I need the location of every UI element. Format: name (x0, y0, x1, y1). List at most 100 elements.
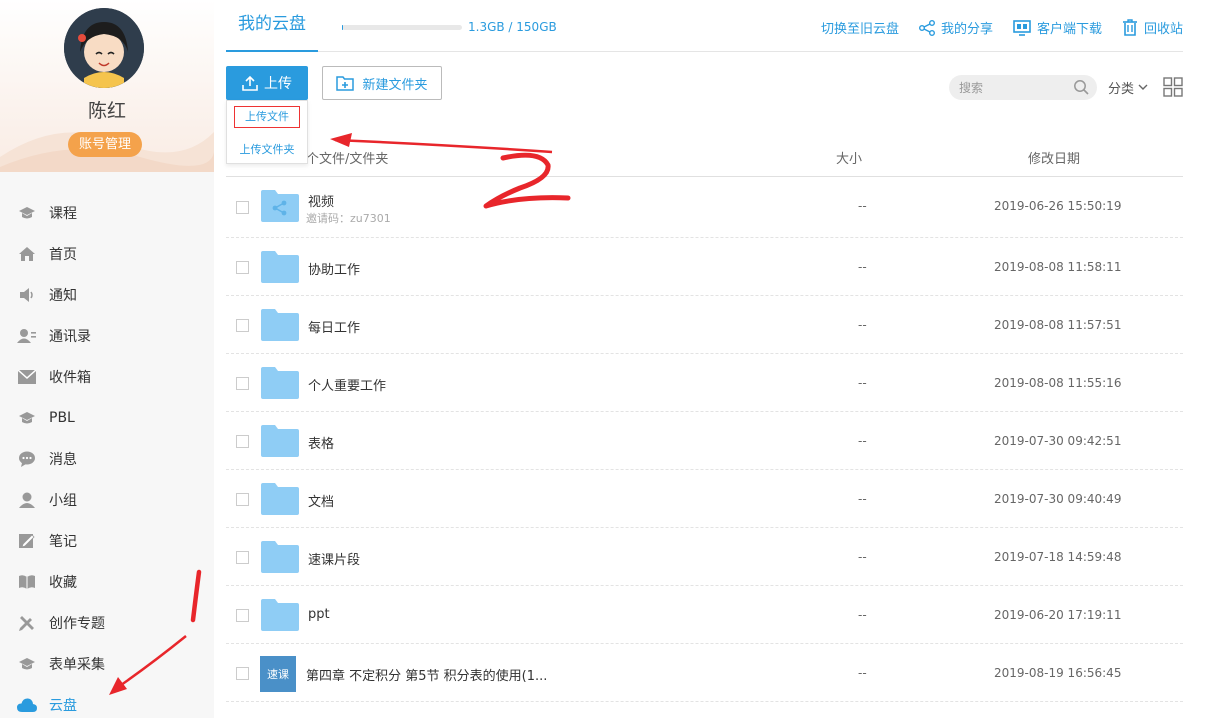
search-icon[interactable] (1073, 79, 1089, 95)
sidebar-item-label: 通讯录 (49, 328, 91, 345)
my-shares-label: 我的分享 (940, 22, 993, 37)
file-size: -- (858, 318, 867, 332)
sidebar: 陈红 账号管理 课程 首页 通知 通讯录 收件箱 PBL 消息 小组 笔记 收藏… (0, 0, 214, 718)
my-shares-link[interactable]: 我的分享 (918, 18, 993, 37)
avatar[interactable] (64, 8, 144, 88)
row-checkbox[interactable] (236, 667, 249, 680)
file-name[interactable]: 文档 (308, 491, 334, 510)
invite-code: 邀请码：zu7301 (306, 212, 391, 225)
storage-usage-text: 1.3GB / 150GB (468, 20, 557, 34)
file-name[interactable]: 表格 (308, 433, 334, 452)
column-header-size: 大小 (836, 152, 863, 167)
sidebar-item-course[interactable]: 课程 (0, 192, 214, 233)
column-header-name: 个文件/文件夹 (306, 152, 389, 167)
shared-folder-icon (261, 190, 299, 222)
upload-folder-option[interactable]: 上传文件夹 (227, 141, 307, 157)
inbox-icon (17, 367, 37, 387)
file-date: 2019-06-20 17:19:11 (994, 608, 1122, 622)
sidebar-item-label: 小组 (49, 492, 77, 509)
file-name[interactable]: ppt (308, 607, 330, 622)
folder-plus-icon (336, 76, 355, 91)
folder-icon (261, 309, 299, 341)
file-size: -- (858, 260, 867, 274)
pencil-ruler-icon (17, 613, 37, 633)
switch-old-drive-link[interactable]: 切换至旧云盘 (821, 18, 899, 37)
row-checkbox[interactable] (236, 493, 249, 506)
storage-usage-bar (342, 25, 462, 30)
table-row[interactable]: ppt -- 2019-06-20 17:19:11 (226, 586, 1183, 644)
grid-view-icon[interactable] (1163, 77, 1183, 97)
sidebar-item-home[interactable]: 首页 (0, 233, 214, 274)
column-header-date[interactable]: 修改日期 (1028, 148, 1080, 167)
tab-my-cloud-drive[interactable]: 我的云盘 (226, 0, 318, 52)
client-download-link[interactable]: 客户端下载 (1013, 18, 1102, 37)
file-name[interactable]: 速课片段 (308, 549, 360, 568)
sidebar-item-label: 云盘 (49, 697, 77, 714)
row-checkbox[interactable] (236, 201, 249, 214)
row-checkbox[interactable] (236, 261, 249, 274)
folder-icon (261, 483, 299, 515)
table-row[interactable]: 速课片段 -- 2019-07-18 14:59:48 (226, 528, 1183, 586)
folder-icon (261, 367, 299, 399)
file-date: 2019-08-19 16:56:45 (994, 666, 1122, 680)
file-name[interactable]: 视频 (308, 191, 334, 210)
contacts-icon (17, 326, 37, 346)
sidebar-item-label: 通知 (49, 287, 77, 304)
table-row[interactable]: 视频 邀请码：zu7301 -- 2019-06-26 15:50:19 (226, 177, 1183, 238)
top-bar: 我的云盘 1.3GB / 150GB 切换至旧云盘 我的分享 客户端下载 回收站 (226, 0, 1183, 52)
sidebar-item-notes[interactable]: 笔记 (0, 520, 214, 561)
new-folder-label: 新建文件夹 (362, 77, 428, 93)
sidebar-item-topics[interactable]: 创作专题 (0, 602, 214, 643)
upload-file-option[interactable]: 上传文件 (234, 106, 300, 128)
sidebar-item-label: 课程 (49, 205, 77, 222)
sidebar-item-messages[interactable]: 消息 (0, 438, 214, 479)
table-row[interactable]: 速课 第四章 不定积分 第5节 积分表的使用(1... -- 2019-08-1… (226, 644, 1183, 702)
sidebar-item-contacts[interactable]: 通讯录 (0, 315, 214, 356)
chat-bubble-icon (17, 449, 37, 469)
file-name[interactable]: 每日工作 (308, 317, 360, 336)
sidebar-item-group[interactable]: 小组 (0, 479, 214, 520)
recycle-bin-link[interactable]: 回收站 (1122, 18, 1183, 37)
sidebar-item-label: 消息 (49, 451, 77, 468)
profile-panel: 陈红 账号管理 (0, 0, 214, 172)
user-name: 陈红 (87, 100, 126, 122)
row-checkbox[interactable] (236, 377, 249, 390)
table-row[interactable]: 协助工作 -- 2019-08-08 11:58:11 (226, 238, 1183, 296)
sidebar-item-notice[interactable]: 通知 (0, 274, 214, 315)
row-checkbox[interactable] (236, 609, 249, 622)
category-dropdown[interactable]: 分类 (1108, 78, 1148, 97)
file-name[interactable]: 个人重要工作 (308, 375, 386, 394)
sidebar-item-pbl[interactable]: PBL (0, 397, 214, 438)
account-management-button[interactable]: 账号管理 (68, 132, 142, 157)
cloud-icon (17, 695, 37, 715)
row-checkbox[interactable] (236, 551, 249, 564)
graduation-cap-icon (17, 408, 37, 428)
sidebar-item-inbox[interactable]: 收件箱 (0, 356, 214, 397)
file-size: -- (858, 199, 867, 213)
course-thumbnail: 速课 (260, 656, 296, 692)
table-row[interactable]: 表格 -- 2019-07-30 09:42:51 (226, 412, 1183, 470)
monitor-icon (1013, 19, 1031, 36)
table-header: 个文件/文件夹 大小 修改日期 (226, 138, 1183, 177)
sidebar-item-favorites[interactable]: 收藏 (0, 561, 214, 602)
new-folder-button[interactable]: 新建文件夹 (322, 66, 442, 100)
table-row[interactable]: 文档 -- 2019-07-30 09:40:49 (226, 470, 1183, 528)
table-row[interactable]: 个人重要工作 -- 2019-08-08 11:55:16 (226, 354, 1183, 412)
sidebar-item-cloud-drive[interactable]: 云盘 (0, 684, 214, 718)
upload-button[interactable]: 上传 (226, 66, 308, 100)
row-checkbox[interactable] (236, 319, 249, 332)
storage-usage-fill (342, 25, 344, 30)
upload-dropdown: 上传文件 上传文件夹 (226, 100, 308, 164)
sidebar-nav: 课程 首页 通知 通讯录 收件箱 PBL 消息 小组 笔记 收藏 创作专题 表单… (0, 192, 214, 718)
file-name[interactable]: 协助工作 (308, 259, 360, 278)
file-name[interactable]: 第四章 不定积分 第5节 积分表的使用(1... (306, 665, 547, 684)
search-input[interactable] (959, 80, 1069, 95)
sidebar-item-label: 创作专题 (49, 615, 105, 632)
sidebar-item-form-collection[interactable]: 表单采集 (0, 643, 214, 684)
share-icon (918, 19, 935, 36)
file-size: -- (858, 550, 867, 564)
upload-label: 上传 (264, 76, 292, 92)
table-row[interactable]: 每日工作 -- 2019-08-08 11:57:51 (226, 296, 1183, 354)
row-checkbox[interactable] (236, 435, 249, 448)
client-download-label: 客户端下载 (1036, 22, 1102, 37)
